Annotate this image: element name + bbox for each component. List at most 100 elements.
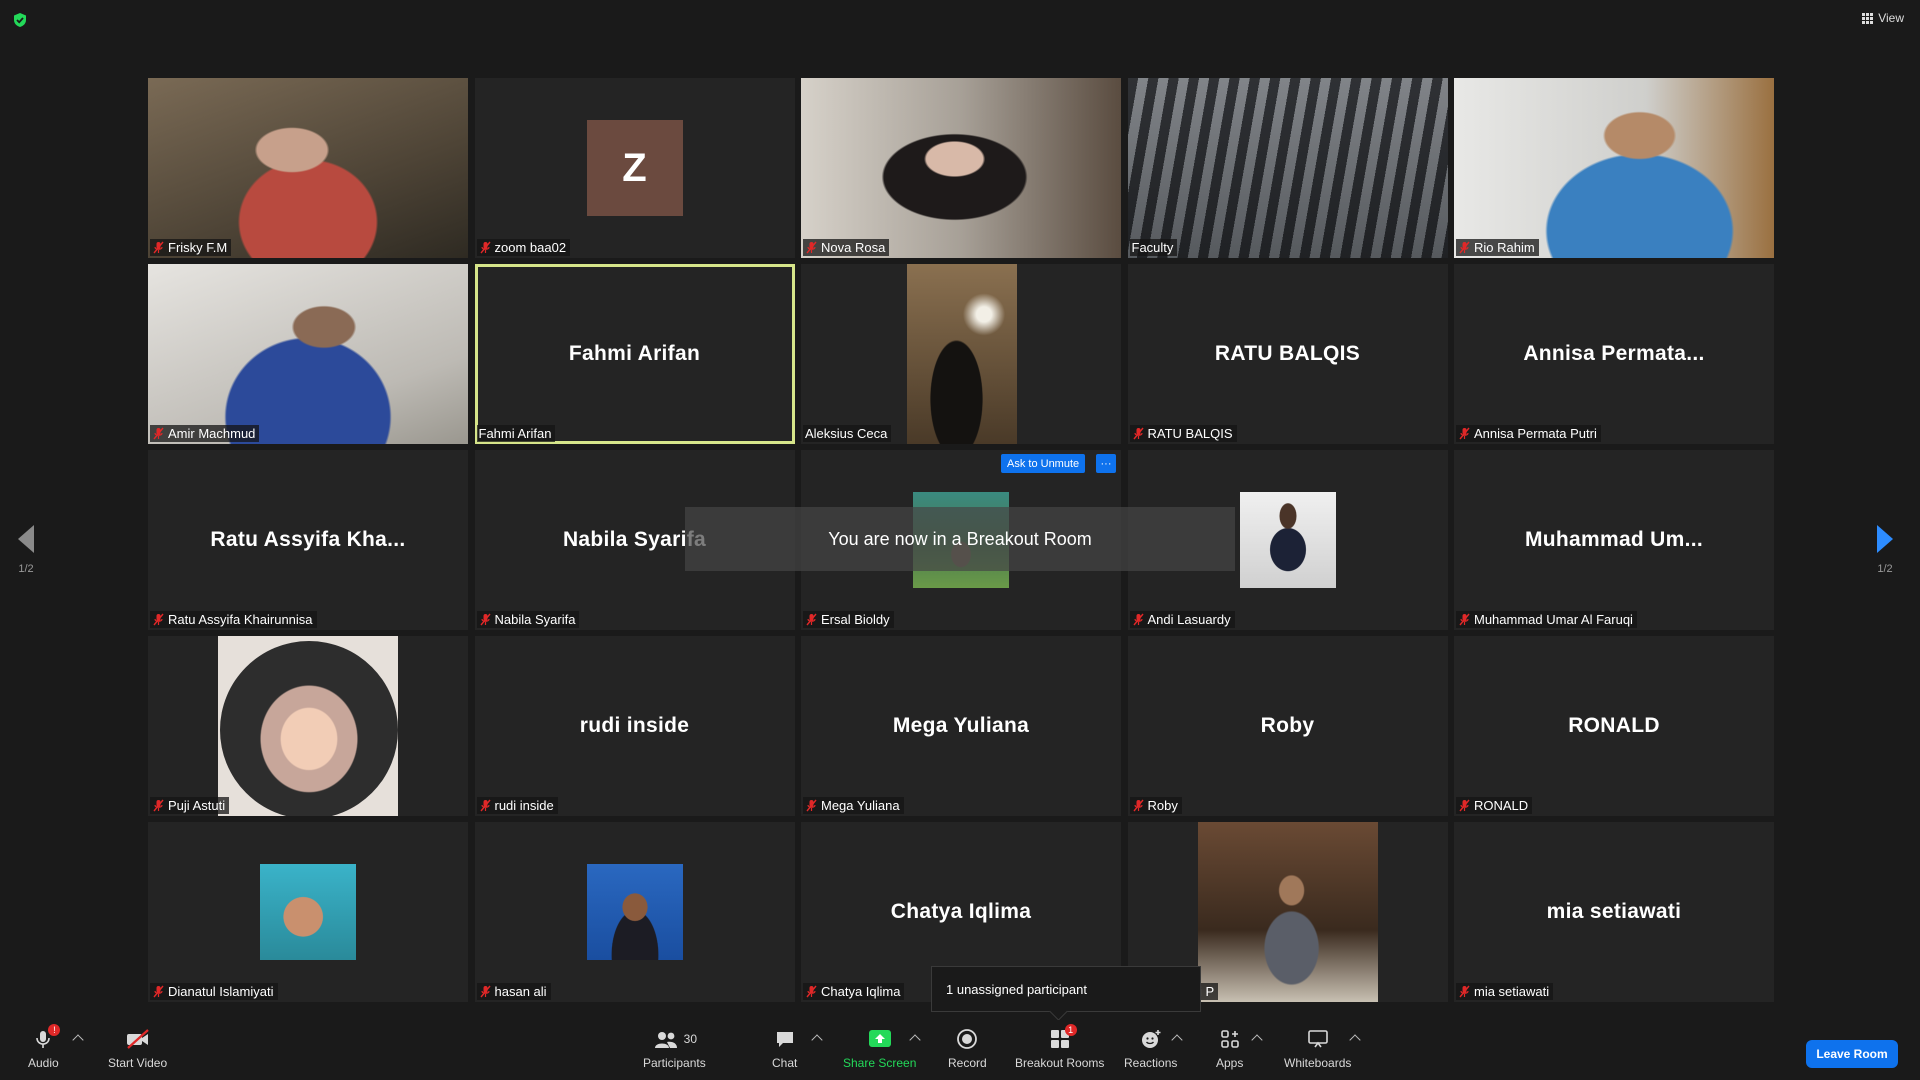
participant-tile[interactable]: Mega Yuliana Mega Yuliana [801, 636, 1121, 816]
meeting-toolbar: ! Audio Start Video 30 Participants Chat… [0, 1020, 1920, 1080]
reactions-button[interactable]: Reactions [1124, 1028, 1177, 1070]
apps-options-caret-icon[interactable] [1251, 1034, 1263, 1046]
audio-options-caret-icon[interactable] [72, 1034, 84, 1046]
participant-video [148, 264, 468, 444]
mic-muted-icon [805, 985, 818, 998]
participant-name: Nabila Syarifa [494, 612, 576, 627]
mic-muted-icon [805, 613, 818, 626]
participant-tile[interactable]: rudi inside rudi inside [474, 636, 795, 816]
apps-icon [1220, 1030, 1239, 1048]
participant-name: Mega Yuliana [821, 798, 900, 813]
participant-name: Ersal Bioldy [821, 612, 890, 627]
mic-muted-icon [479, 613, 492, 626]
start-video-button[interactable]: Start Video [108, 1028, 167, 1070]
grid-icon [1862, 12, 1874, 24]
participant-video [907, 264, 1017, 444]
mic-muted-icon [152, 427, 165, 440]
participant-tile[interactable]: RATU BALQIS RATU BALQIS [1127, 264, 1448, 444]
participant-tile[interactable]: mia setiawati mia setiawati [1454, 822, 1774, 1002]
chat-options-caret-icon[interactable] [811, 1034, 823, 1046]
nameplate: Annisa Permata Putri [1456, 425, 1601, 442]
participant-tile[interactable]: RONALD RONALD [1454, 636, 1774, 816]
mic-muted-icon [152, 613, 165, 626]
share-screen-icon [868, 1030, 891, 1047]
nameplate: Faculty [1129, 239, 1178, 256]
participants-label: Participants [643, 1056, 706, 1070]
participant-name: Rio Rahim [1474, 240, 1535, 255]
view-label: View [1878, 11, 1904, 25]
participant-tile[interactable]: Annisa Permata... Annisa Permata Putri [1454, 264, 1774, 444]
participant-display-name: mia setiawati [1546, 900, 1682, 923]
participant-name: Nova Rosa [821, 240, 886, 255]
participant-display-name: Ratu Assyifa Kha... [210, 528, 406, 551]
breakout-rooms-button[interactable]: 1 Breakout Rooms [1015, 1024, 1105, 1070]
participant-tile[interactable]: Frisky F.M [148, 78, 468, 258]
nameplate: Chatya Iqlima [803, 983, 905, 1000]
next-page-arrow-icon[interactable] [1877, 525, 1893, 553]
nameplate: Nabila Syarifa [476, 611, 580, 628]
participant-name: zoom baa02 [494, 240, 567, 255]
participant-tile[interactable]: Dianatul Islamiyati [148, 822, 468, 1002]
participant-tile[interactable]: Rio Rahim [1454, 78, 1774, 258]
participant-name: Dianatul Islamiyati [168, 984, 274, 999]
nameplate: Muhammad Umar Al Faruqi [1456, 611, 1637, 628]
audio-button[interactable]: ! Audio [28, 1024, 61, 1070]
mic-muted-icon [1458, 427, 1471, 440]
nameplate: Andi Lasuardy [1129, 611, 1235, 628]
more-options-button[interactable]: ··· [1096, 454, 1116, 473]
mic-muted-icon [1458, 985, 1471, 998]
whiteboard-icon [1307, 1030, 1328, 1048]
participant-tile[interactable]: Muhammad Um... Muhammad Umar Al Faruqi [1454, 450, 1774, 630]
apps-button[interactable]: Apps [1216, 1028, 1243, 1070]
mic-muted-icon [152, 799, 165, 812]
mic-muted-icon [152, 985, 165, 998]
participant-video [148, 78, 468, 258]
unassigned-participant-tooltip: 1 unassigned participant [931, 966, 1201, 1012]
participant-tile[interactable]: Nova Rosa [801, 78, 1121, 258]
participants-count: 30 [683, 1032, 698, 1046]
page-indicator-right: 1/2 [1877, 563, 1893, 575]
participant-tile[interactable]: Ratu Assyifa Kha... Ratu Assyifa Khairun… [148, 450, 468, 630]
participant-display-name: RONALD [1568, 714, 1660, 737]
record-button[interactable]: Record [948, 1028, 987, 1070]
participant-tile[interactable]: Aleksius Ceca [801, 264, 1121, 444]
participant-name: Faculty [1131, 240, 1174, 255]
video-off-icon [126, 1029, 149, 1049]
profile-picture [586, 864, 683, 960]
audio-alert-badge: ! [48, 1024, 61, 1036]
share-screen-button[interactable]: Share Screen [843, 1028, 916, 1070]
mic-muted-icon [479, 241, 492, 254]
view-button[interactable]: View [1862, 11, 1904, 25]
participant-name: RATU BALQIS [1147, 426, 1233, 441]
whiteboards-button[interactable]: Whiteboards [1284, 1028, 1351, 1070]
ask-to-unmute-button[interactable]: Ask to Unmute [1001, 454, 1086, 473]
participant-name: Aleksius Ceca [805, 426, 888, 441]
participant-name: Amir Machmud [168, 426, 256, 441]
mic-muted-icon [479, 985, 492, 998]
profile-picture [218, 636, 398, 816]
participants-button[interactable]: 30 Participants [643, 1028, 706, 1070]
participant-name: Puji Astuti [168, 798, 226, 813]
participant-tile[interactable]: Amir Machmud [148, 264, 468, 444]
whiteboards-label: Whiteboards [1284, 1056, 1352, 1070]
participant-tile[interactable]: Puji Astuti [148, 636, 468, 816]
chat-bubble-icon [776, 1032, 793, 1047]
chat-button[interactable]: Chat [772, 1028, 797, 1070]
participant-tile[interactable]: Roby Roby [1127, 636, 1448, 816]
nameplate: zoom baa02 [476, 239, 571, 256]
participant-tile[interactable]: Faculty [1127, 78, 1448, 258]
leave-room-button[interactable]: Leave Room [1806, 1040, 1898, 1068]
participant-tile[interactable]: Z zoom baa02 [474, 78, 795, 258]
mic-muted-icon [805, 241, 818, 254]
active-speaker-tile[interactable]: Fahmi Arifan Fahmi Arifan [474, 264, 795, 444]
nameplate: Ersal Bioldy [803, 611, 894, 628]
participant-tile[interactable]: hasan ali [474, 822, 795, 1002]
breakout-rooms-label: Breakout Rooms [1015, 1056, 1105, 1070]
nameplate: Rio Rahim [1456, 239, 1539, 256]
profile-picture [260, 864, 356, 960]
participant-video [1454, 78, 1774, 258]
participant-video [1127, 78, 1448, 258]
previous-page-arrow-icon[interactable] [18, 525, 34, 553]
mic-muted-icon [1458, 241, 1471, 254]
shield-check-icon[interactable] [12, 12, 28, 28]
